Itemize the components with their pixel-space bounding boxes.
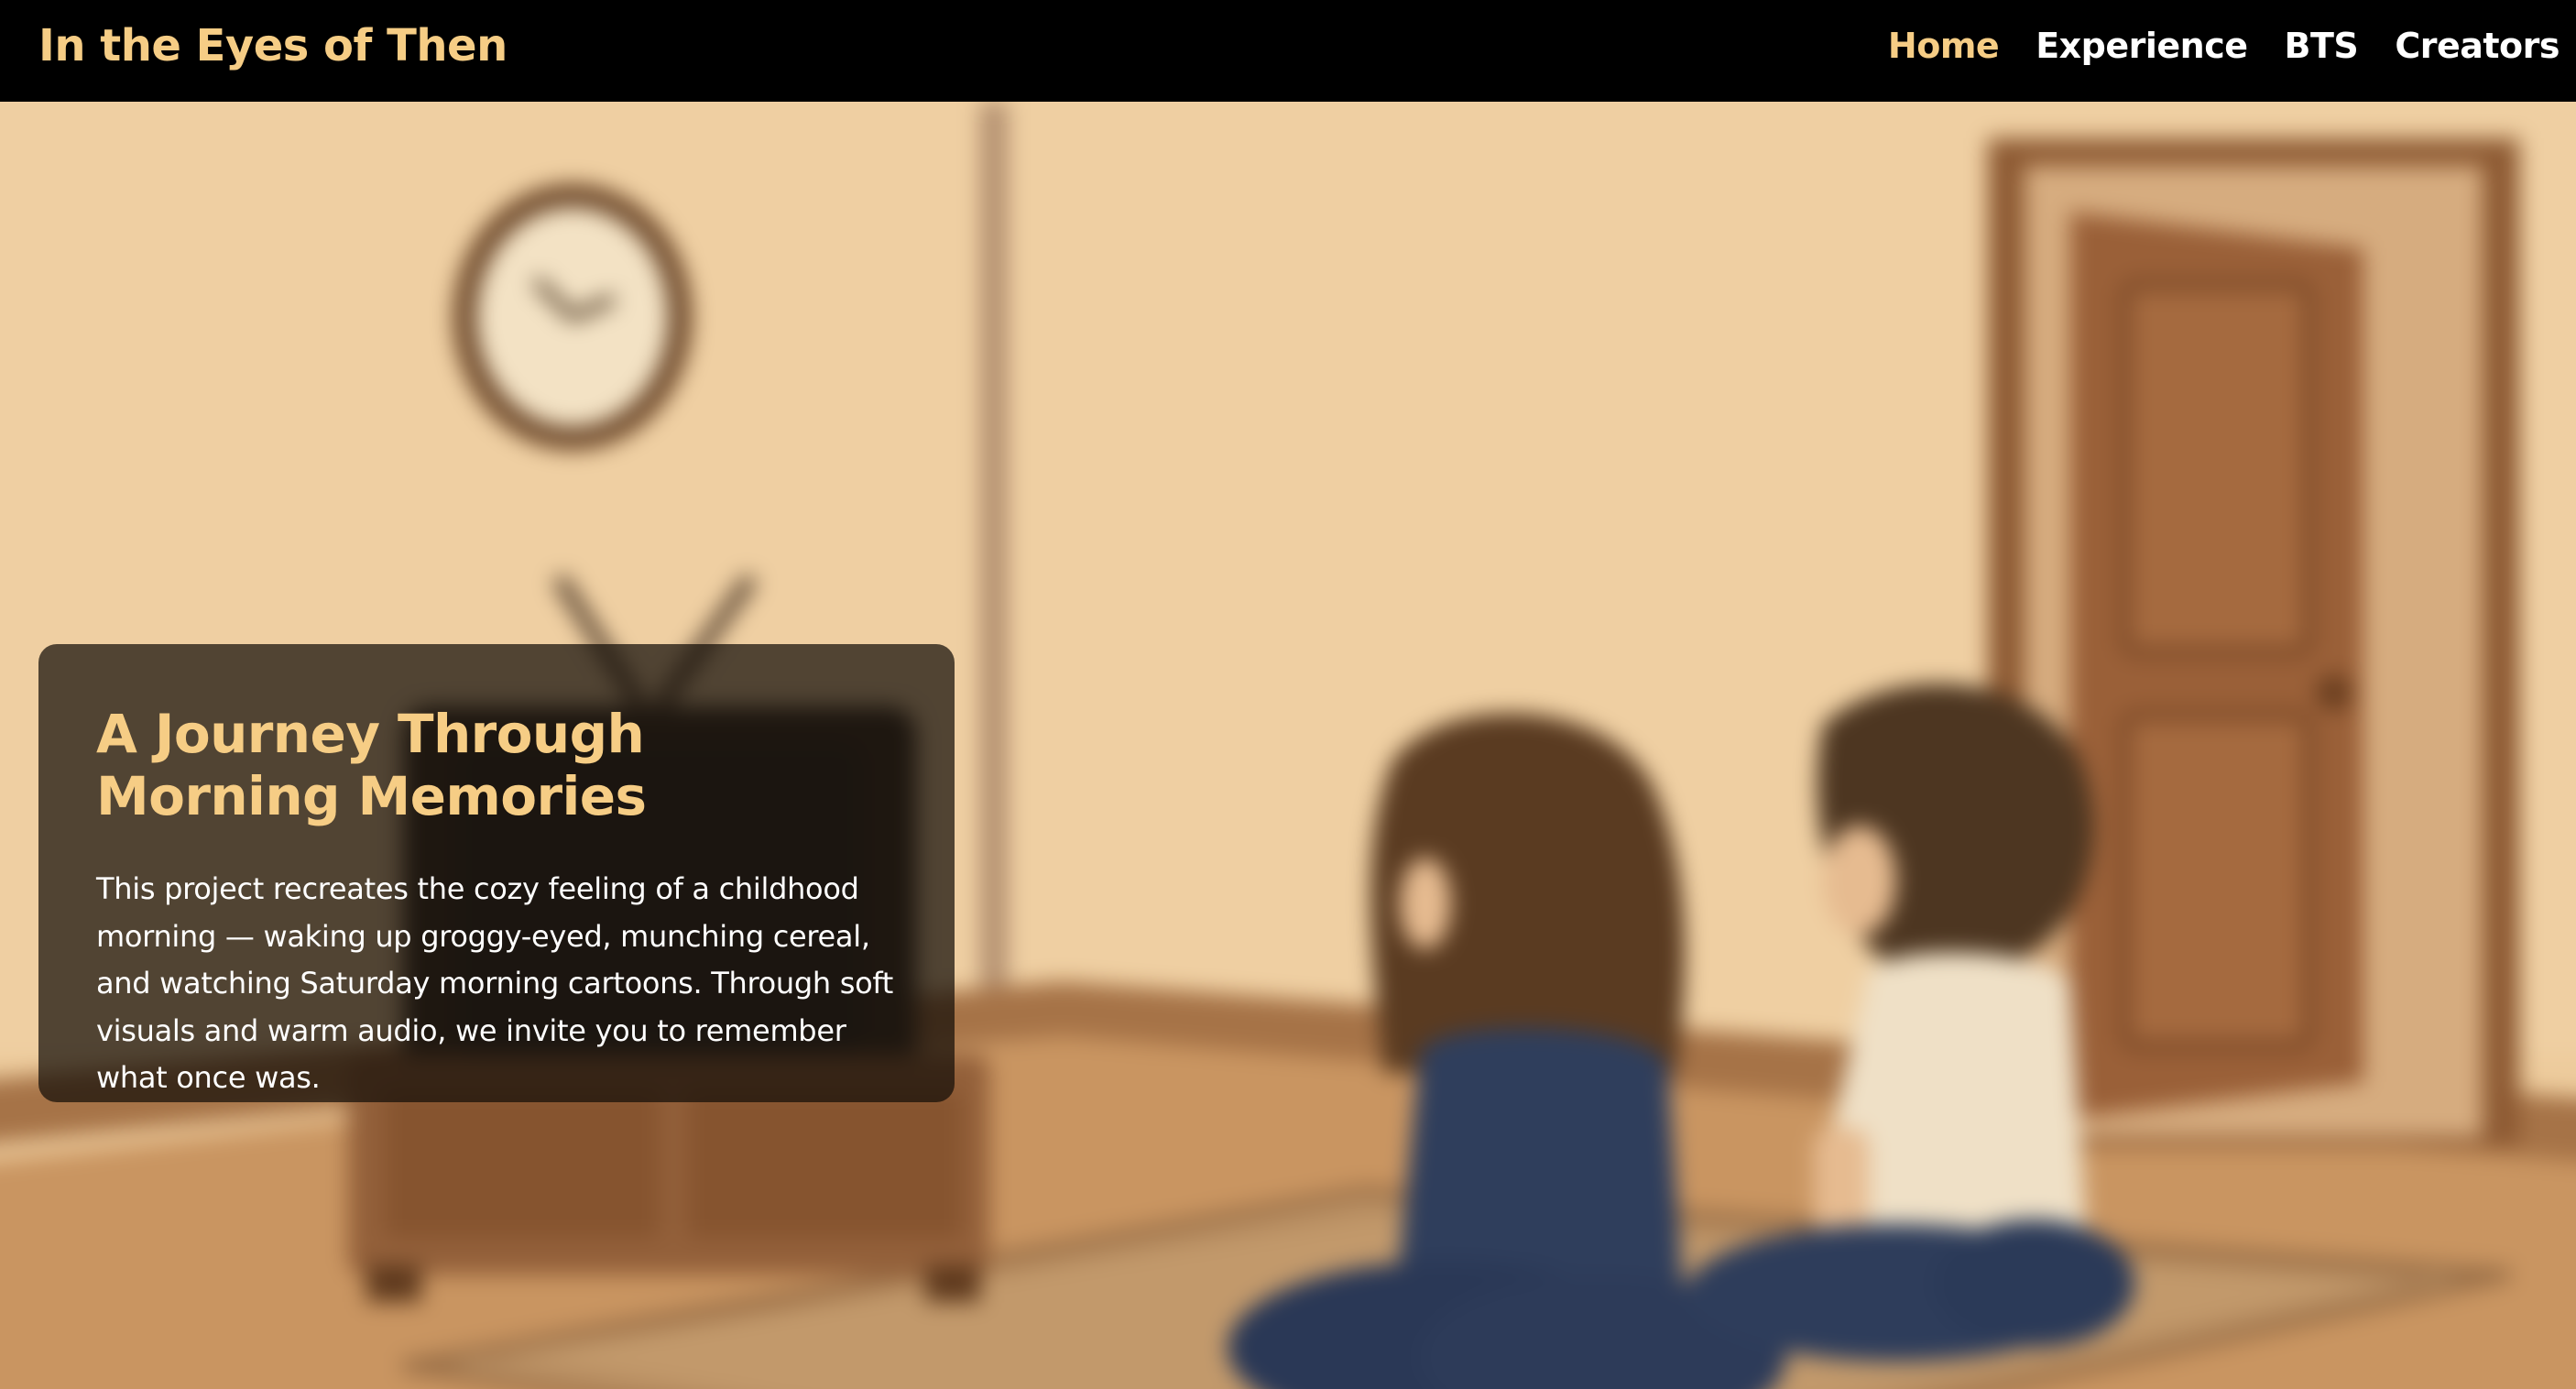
nav-link-home[interactable]: Home [1888, 26, 2000, 66]
page: In the Eyes of Then Home Experience BTS … [0, 0, 2576, 1389]
site-title-link[interactable]: In the Eyes of Then [38, 20, 508, 71]
top-navbar: In the Eyes of Then Home Experience BTS … [0, 0, 2576, 102]
nav-link-experience[interactable]: Experience [2036, 26, 2248, 66]
intro-description: This project recreates the cozy feeling … [96, 871, 894, 1095]
intro-heading: A Journey Through Morning Memories [96, 703, 647, 827]
nav-link-creators[interactable]: Creators [2395, 26, 2560, 66]
intro-card: A Journey Through Morning Memories This … [38, 644, 955, 1102]
nav-link-bts[interactable]: BTS [2285, 26, 2359, 66]
main-nav: Home Experience BTS Creators [1851, 26, 2560, 66]
hero-section: A Journey Through Morning Memories This … [0, 102, 2576, 1389]
